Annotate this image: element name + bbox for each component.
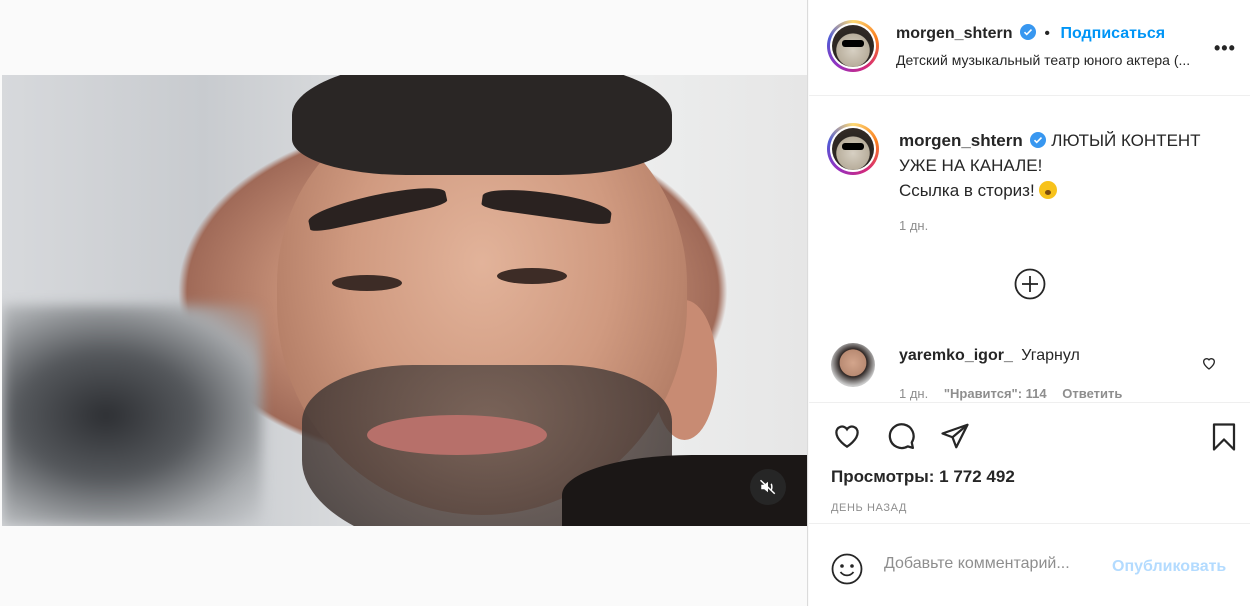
commenter-avatar[interactable]: [831, 343, 875, 387]
save-button[interactable]: [1209, 421, 1239, 458]
comment-bubble-icon: [888, 423, 915, 450]
caption-time[interactable]: 1 дн.: [899, 218, 928, 233]
comment-time[interactable]: 1 дн.: [899, 386, 928, 401]
caption-line-2: УЖЕ НА КАНАЛЕ!: [899, 156, 1043, 175]
separator-dot: •: [1044, 25, 1050, 42]
caption: morgen_shtern ЛЮТЫЙ КОНТЕНТ УЖЕ НА КАНАЛ…: [899, 128, 1229, 203]
author-avatar-image: [832, 25, 874, 67]
caption-line-1: ЛЮТЫЙ КОНТЕНТ: [1051, 131, 1201, 150]
more-options-button[interactable]: •••: [1214, 38, 1236, 59]
comments-section: morgen_shtern ЛЮТЫЙ КОНТЕНТ УЖЕ НА КАНАЛ…: [809, 96, 1250, 403]
media-area: [0, 0, 808, 606]
heart-icon: [835, 425, 859, 448]
mute-button[interactable]: [750, 469, 786, 505]
post-video[interactable]: [2, 75, 807, 526]
posted-time[interactable]: день назад: [831, 502, 907, 514]
avatar-glasses: [842, 143, 864, 150]
video-mouth: [367, 415, 547, 455]
comment-button[interactable]: [885, 421, 917, 456]
comment-reply-button[interactable]: Ответить: [1062, 386, 1122, 401]
commenter-username[interactable]: yaremko_igor_: [899, 347, 1013, 364]
plus-circle-icon: [1014, 268, 1046, 300]
comment-item: yaremko_igor_ Угарнул 1 дн. "Нравится": …: [831, 341, 1241, 402]
views-count[interactable]: Просмотры: 1 772 492: [831, 467, 1015, 487]
location-link[interactable]: Детский музыкальный театр юного актера (…: [896, 52, 1226, 68]
video-background: [2, 305, 262, 526]
post-header: morgen_shtern • Подписаться Детский музы…: [809, 0, 1250, 96]
comment-input[interactable]: [884, 555, 1114, 573]
video-eye-right: [497, 268, 567, 284]
heart-icon: [1202, 358, 1216, 370]
like-button[interactable]: [831, 421, 863, 456]
comment-text-row: yaremko_igor_ Угарнул: [899, 347, 1080, 365]
share-button[interactable]: [939, 421, 971, 456]
avatar-glasses: [842, 40, 864, 47]
verified-badge-icon: [1019, 24, 1036, 40]
comment-likes[interactable]: "Нравится": 114: [944, 386, 1047, 401]
verified-badge-icon: [1030, 132, 1047, 148]
follow-button[interactable]: Подписаться: [1060, 25, 1165, 42]
comment-text: Угарнул: [1021, 347, 1080, 364]
caption-username[interactable]: morgen_shtern: [899, 131, 1023, 150]
header-title-row: morgen_shtern • Подписаться: [896, 24, 1165, 43]
caption-avatar-image: [832, 128, 874, 170]
post-panel: morgen_shtern • Подписаться Детский музы…: [809, 0, 1250, 606]
video-hair: [292, 75, 672, 175]
bookmark-icon: [1212, 423, 1236, 451]
author-avatar-frame: [830, 23, 876, 69]
author-username[interactable]: morgen_shtern: [896, 25, 1012, 42]
caption-avatar[interactable]: [827, 123, 879, 175]
hushed-face-emoji-icon: [1039, 181, 1058, 199]
video-eye-left: [332, 275, 402, 291]
caption-avatar-frame: [830, 126, 876, 172]
comment-like-button[interactable]: [1201, 355, 1217, 376]
author-avatar[interactable]: [827, 20, 879, 72]
action-bar: Просмотры: 1 772 492 день назад: [809, 404, 1250, 524]
add-comment-bar: Опубликовать: [809, 541, 1250, 597]
comment-meta: 1 дн. "Нравится": 114 Ответить: [899, 386, 1134, 401]
emoji-picker-button[interactable]: [831, 553, 863, 590]
smiley-icon: [831, 553, 863, 585]
paper-plane-icon: [941, 423, 969, 449]
publish-button[interactable]: Опубликовать: [1112, 558, 1226, 576]
speaker-muted-icon: [759, 479, 776, 495]
load-more-comments-button[interactable]: [1014, 268, 1046, 300]
caption-line-3: Ссылка в сториз!: [899, 181, 1035, 200]
post-modal: morgen_shtern • Подписаться Детский музы…: [0, 0, 1250, 606]
